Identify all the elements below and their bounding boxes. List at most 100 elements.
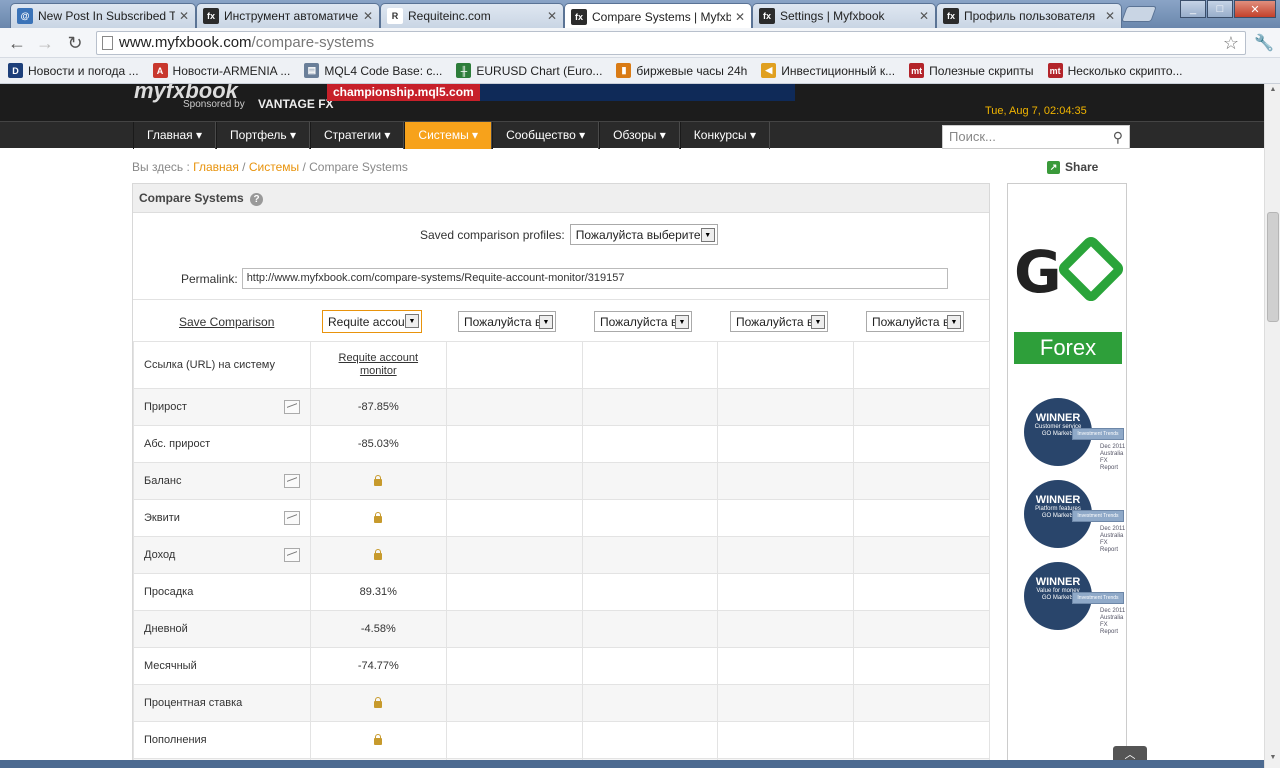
award-year: Dec 2011 Australia FX Report bbox=[1100, 608, 1126, 635]
new-tab-button[interactable] bbox=[1121, 6, 1157, 22]
row-label-text: Баланс bbox=[144, 475, 182, 487]
bookmark-label: Новости и погода ... bbox=[28, 63, 139, 78]
empty-cell bbox=[853, 536, 990, 574]
browser-tab[interactable]: fx Compare Systems | Myfxb ✕ bbox=[564, 3, 752, 29]
nav-item[interactable]: Конкурсы ▾ bbox=[679, 122, 770, 149]
browser-tab[interactable]: fx Инструмент автоматиче ✕ bbox=[196, 3, 380, 28]
table-row: Абс. прирост -85.03% bbox=[133, 425, 990, 463]
profiles-label: Saved comparison profiles: bbox=[420, 227, 565, 242]
bookmark-icon: ▤ bbox=[304, 63, 320, 78]
chart-icon[interactable] bbox=[283, 548, 300, 562]
wrench-menu-icon[interactable]: 🔧 bbox=[1254, 33, 1274, 53]
bookmark-item[interactable]: ╫ EURUSD Chart (Euro... bbox=[456, 63, 602, 78]
bookmark-item[interactable]: ▮ биржевые часы 24h bbox=[616, 63, 747, 78]
bookmark-star-icon[interactable]: ☆ bbox=[1223, 32, 1239, 54]
save-comparison-link[interactable]: Save Comparison bbox=[179, 315, 274, 329]
bookmark-item[interactable]: mt Несколько скрипто... bbox=[1047, 63, 1183, 78]
help-icon[interactable]: ? bbox=[250, 193, 264, 206]
reload-icon[interactable]: ↻ bbox=[64, 33, 86, 53]
close-tab-icon[interactable]: ✕ bbox=[919, 9, 929, 23]
empty-cell bbox=[581, 425, 719, 463]
scroll-up-icon[interactable]: ▲ bbox=[1267, 86, 1279, 98]
at-icon: @ bbox=[17, 8, 33, 24]
nav-item[interactable]: Обзоры ▾ bbox=[599, 122, 680, 149]
saved-profiles-row: Saved comparison profiles: Пожалуйста вы… bbox=[420, 224, 718, 245]
award-badge: WINNER Platform features GO Markets Investm… bbox=[1024, 480, 1126, 553]
nav-item[interactable]: Портфель ▾ bbox=[216, 122, 310, 149]
close-tab-icon[interactable]: ✕ bbox=[547, 9, 557, 23]
site-header: myfxbook Sponsored by VANTAGE FX champio… bbox=[0, 84, 1264, 121]
row-label-text: Прирост bbox=[144, 401, 187, 413]
scrollbar-thumb[interactable] bbox=[1267, 212, 1279, 322]
nav-item[interactable]: Стратегии ▾ bbox=[310, 122, 405, 149]
close-tab-icon[interactable]: ✕ bbox=[363, 9, 373, 23]
tab-title: Профиль пользователя bbox=[964, 9, 1096, 23]
table-row: Баланс bbox=[133, 462, 990, 500]
browser-tab[interactable]: @ New Post In Subscribed T ✕ bbox=[10, 3, 196, 28]
search-placeholder: Поиск... bbox=[949, 129, 996, 144]
url-host: www.myfxbook.com bbox=[119, 34, 252, 51]
system-select[interactable]: Requite accou ▼ bbox=[322, 310, 422, 333]
profiles-select[interactable]: Пожалуйста выберите ▼ bbox=[569, 224, 718, 245]
row-value: -74.77% bbox=[309, 647, 447, 685]
bookmark-item[interactable]: ◀ Инвестиционный к... bbox=[761, 63, 895, 78]
close-tab-icon[interactable]: ✕ bbox=[179, 9, 189, 23]
close-window-button[interactable]: ✕ bbox=[1234, 0, 1276, 18]
address-bar[interactable]: www.myfxbook.com/compare-systems ☆ bbox=[96, 31, 1246, 55]
chevron-down-icon: ▼ bbox=[811, 315, 825, 329]
compare-systems-panel: Compare Systems ? Saved comparison profi… bbox=[132, 183, 990, 768]
bookmark-item[interactable]: mt Полезные скрипты bbox=[909, 63, 1034, 78]
bookmark-icon: D bbox=[8, 63, 23, 78]
sponsor-logo[interactable]: VANTAGE FX bbox=[258, 97, 334, 111]
share-button[interactable]: ↗ Share bbox=[1047, 160, 1098, 174]
chart-icon[interactable] bbox=[283, 474, 300, 488]
site-search-input[interactable]: Поиск... ⚲ bbox=[942, 125, 1130, 149]
row-label: Баланс bbox=[133, 462, 311, 500]
row-value: 89.31% bbox=[309, 573, 447, 611]
system-select[interactable]: Пожалуйста в ▼ bbox=[730, 311, 828, 332]
browser-tab[interactable]: fx Settings | Myfxbook ✕ bbox=[752, 3, 936, 28]
lock-icon bbox=[374, 512, 383, 523]
nav-item[interactable]: Главная ▾ bbox=[133, 122, 217, 149]
table-row: Эквити bbox=[133, 499, 990, 537]
back-icon[interactable]: ← bbox=[6, 33, 28, 53]
permalink-label: Permalink: bbox=[181, 271, 238, 286]
bookmark-item[interactable]: A Новости-ARMENIA ... bbox=[152, 63, 290, 78]
chevron-down-icon: ▼ bbox=[947, 315, 961, 329]
bookmark-icon: ▮ bbox=[616, 63, 632, 78]
chart-icon[interactable] bbox=[283, 400, 300, 414]
row-value-text: -4.58% bbox=[360, 623, 396, 635]
bookmark-item[interactable]: ▤ MQL4 Code Base: с... bbox=[304, 63, 442, 78]
breadcrumb-prefix: Вы здесь : bbox=[132, 160, 190, 174]
side-advertisement[interactable]: G Forex WINNER Customer service GO Markets… bbox=[1007, 183, 1127, 768]
system-select[interactable]: Пожалуйста в ▼ bbox=[458, 311, 556, 332]
chart-icon[interactable] bbox=[283, 511, 300, 525]
breadcrumb-section[interactable]: Системы bbox=[249, 160, 299, 174]
minimize-button[interactable]: _ bbox=[1180, 0, 1206, 18]
browser-tab[interactable]: fx Профиль пользователя ✕ bbox=[936, 3, 1122, 28]
close-tab-icon[interactable]: ✕ bbox=[1105, 9, 1115, 23]
maximize-button[interactable]: □ bbox=[1207, 0, 1233, 18]
forward-icon[interactable]: → bbox=[34, 33, 56, 53]
permalink-input[interactable]: http://www.myfxbook.com/compare-systems/… bbox=[241, 268, 948, 289]
search-icon[interactable]: ⚲ bbox=[1113, 126, 1123, 148]
page-scrollbar[interactable]: ▲ ▼ bbox=[1264, 84, 1280, 768]
empty-cell bbox=[853, 573, 990, 611]
browser-tab[interactable]: R Requiteinc.com ✕ bbox=[380, 3, 564, 28]
lock-icon bbox=[374, 734, 383, 745]
breadcrumb-home[interactable]: Главная bbox=[193, 160, 239, 174]
r-icon: R bbox=[387, 8, 403, 24]
nav-item[interactable]: Системы ▾ bbox=[404, 122, 493, 149]
empty-cell bbox=[581, 536, 719, 574]
system-select[interactable]: Пожалуйста в ▼ bbox=[594, 311, 692, 332]
system-select[interactable]: Пожалуйста в ▼ bbox=[866, 311, 964, 332]
bookmark-item[interactable]: D Новости и погода ... bbox=[8, 63, 139, 78]
system-url-link[interactable]: Requite account monitor bbox=[336, 352, 420, 378]
chevron-down-icon: ▼ bbox=[700, 228, 715, 242]
nav-item[interactable]: Сообщество ▾ bbox=[492, 122, 600, 149]
banner-ad[interactable]: championship.mql5.com bbox=[327, 84, 795, 101]
close-tab-icon[interactable]: ✕ bbox=[735, 10, 745, 24]
empty-cell bbox=[717, 721, 855, 759]
award-winner: WINNER bbox=[1035, 576, 1081, 588]
scroll-down-icon[interactable]: ▼ bbox=[1267, 754, 1279, 766]
